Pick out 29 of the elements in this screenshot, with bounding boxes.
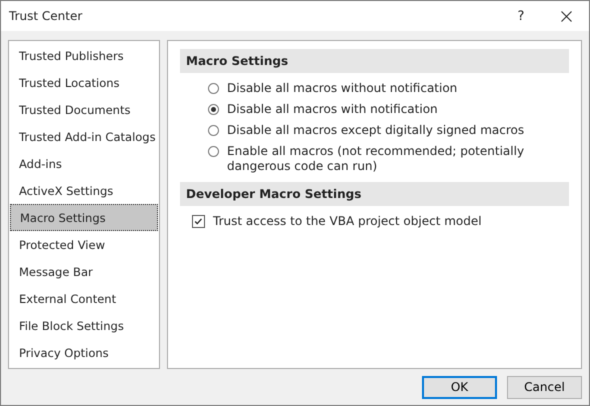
section-header: Macro Settings: [180, 49, 569, 73]
option-label: Disable all macros except digitally signed macros: [227, 123, 526, 138]
checkbox[interactable]: [192, 215, 205, 228]
dialog-button[interactable]: Cancel: [507, 376, 582, 398]
sidebar-item[interactable]: Trusted Documents: [10, 96, 158, 123]
sidebar-item[interactable]: File Block Settings: [10, 312, 158, 339]
sidebar-item[interactable]: Message Bar: [10, 258, 158, 285]
sidebar-item[interactable]: Add-ins: [10, 150, 158, 177]
sidebar-item[interactable]: Macro Settings: [10, 204, 158, 231]
sidebar-item[interactable]: Trusted Publishers: [10, 42, 158, 69]
radio-button[interactable]: [208, 83, 219, 94]
sidebar-item[interactable]: Trusted Add-in Catalogs: [10, 123, 158, 150]
option-label: Disable all macros with notification: [227, 102, 439, 117]
radio-button[interactable]: [208, 104, 219, 115]
radio-button[interactable]: [208, 125, 219, 136]
radio-button[interactable]: [208, 146, 219, 157]
window-title: Trust Center: [9, 9, 84, 23]
sidebar-item[interactable]: ActiveX Settings: [10, 177, 158, 204]
help-button[interactable]: ?: [499, 8, 543, 24]
dialog-button[interactable]: OK: [422, 376, 497, 398]
sidebar-item[interactable]: External Content: [10, 285, 158, 312]
option-label: Trust access to the VBA project object model: [213, 214, 483, 229]
option-label: Disable all macros without notification: [227, 81, 458, 96]
sidebar-item[interactable]: Trusted Locations: [10, 69, 158, 96]
sidebar-item[interactable]: Privacy Options: [10, 339, 158, 366]
close-icon[interactable]: [560, 10, 572, 22]
sidebar-item[interactable]: Protected View: [10, 231, 158, 258]
option-label: Enable all macros (not recommended; potentially dangerous code can run): [227, 144, 526, 174]
section-header: Developer Macro Settings: [180, 182, 569, 206]
